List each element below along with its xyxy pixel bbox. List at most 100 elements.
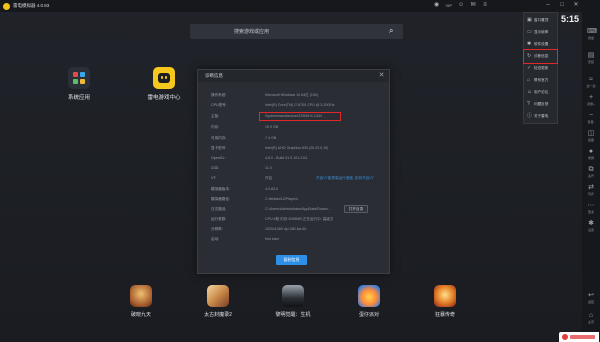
rail-label: 截图 bbox=[587, 138, 594, 142]
info-key: 模拟器路径: bbox=[211, 197, 230, 201]
info-key: 主板: bbox=[211, 114, 220, 118]
rail-shake[interactable]: ≈ 摇一摇 bbox=[584, 76, 598, 90]
game-icon bbox=[434, 285, 456, 307]
settings-icon: ✱ bbox=[588, 220, 594, 227]
minimize-icon[interactable]: – bbox=[544, 1, 552, 10]
rail-keyboard[interactable]: ⌨ 键盘 bbox=[584, 28, 598, 42]
info-value: C:\Users\Administrator\AppData\Roami... bbox=[265, 207, 331, 211]
search-input[interactable] bbox=[234, 27, 364, 36]
menu-item-label: 检查更新 bbox=[534, 66, 549, 70]
vip-badge[interactable]: VIP bbox=[446, 3, 452, 8]
info-key: 操作系统: bbox=[211, 93, 227, 97]
search-icon[interactable]: ⌕ bbox=[389, 27, 397, 35]
window-controls: – □ ✕ bbox=[544, 1, 580, 10]
info-value: 7.4 GB bbox=[265, 136, 277, 140]
game-label: 狂暴传奇 bbox=[434, 312, 455, 318]
game-tile[interactable]: 破晓九天 bbox=[116, 285, 166, 318]
maximize-icon[interactable]: □ bbox=[558, 1, 566, 10]
menu-icon[interactable]: ≡ bbox=[482, 2, 488, 8]
menu-item-label: 显示帧率 bbox=[534, 30, 549, 34]
volume-up-icon: + bbox=[588, 94, 594, 101]
system-apps-icon bbox=[68, 67, 90, 89]
game-center-icon bbox=[153, 67, 175, 89]
home-icon: ⌂ bbox=[588, 312, 594, 319]
info-row-cpu: CPU型号: Intel(R) Core(TM) i7-8700 CPU @ 3.… bbox=[198, 102, 389, 110]
desktop-app-game-center[interactable]: 雷电游戏中心 bbox=[139, 67, 189, 101]
desktop-app-system[interactable]: 系统应用 bbox=[54, 67, 104, 101]
multi-icon: ⧉ bbox=[588, 166, 594, 173]
close-icon[interactable]: ✕ bbox=[377, 71, 386, 80]
rail-settings[interactable]: ✱ 设置 bbox=[584, 220, 598, 234]
menu-item-label: 用户论坛 bbox=[534, 90, 549, 94]
rail-home[interactable]: ⌂ 主页 bbox=[584, 312, 598, 326]
info-value: 4.6.0 - Build 31.0.101.2111 bbox=[265, 156, 308, 160]
close-window-icon[interactable]: ✕ bbox=[572, 1, 580, 10]
rail-screenshot[interactable]: ◫ 截图 bbox=[584, 130, 598, 144]
refresh-icon: ↻ bbox=[527, 53, 532, 59]
gamepad-icon[interactable]: ◉ bbox=[434, 2, 440, 8]
rail-label: 录屏 bbox=[587, 156, 594, 160]
info-row-vt: VT: 开启 开启VT能提高运行速度, 如何开启VT bbox=[198, 175, 389, 183]
info-key: VT: bbox=[211, 176, 217, 180]
help-icon: ? bbox=[527, 101, 530, 107]
info-row-d3d: D3D: 11.0 bbox=[198, 165, 389, 173]
info-value: 4.0.83.0 bbox=[265, 187, 278, 191]
apk-icon: ▤ bbox=[587, 52, 595, 59]
info-value: C:/leidian/LDPlayer4 bbox=[265, 197, 298, 201]
brand-watermark bbox=[559, 332, 599, 342]
game-tile[interactable]: 狂暴传奇 bbox=[420, 285, 470, 318]
info-row-log-path: 日志路径: C:\Users\Administrator\AppData\Roam… bbox=[198, 205, 389, 214]
rail-volume-down[interactable]: − 音量- bbox=[584, 112, 598, 126]
info-value: 1920x1080 dpi 280 fps 60 bbox=[265, 227, 307, 231]
copy-info-button[interactable]: 复制信息 bbox=[276, 255, 307, 265]
desktop-app-label: 系统应用 bbox=[67, 95, 90, 101]
info-value: 15.9 GB bbox=[265, 125, 279, 129]
info-key: CPU型号: bbox=[211, 103, 227, 107]
info-value: CPU:4核 内存:4096MB 正在运行中, 高级方 bbox=[265, 217, 334, 221]
menu-item-label: 关于雷电 bbox=[534, 114, 549, 118]
vt-help-link[interactable]: 开启VT能提高运行速度, 如何开启VT bbox=[316, 176, 374, 181]
info-icon: ⓘ bbox=[527, 113, 533, 119]
right-toolbar: ⌨ 键盘 ▤ 安装 ≈ 摇一摇 + 音量+ − 音量- ◫ 截图 ● 录屏 ⧉ 多开 ⇄ 同步 ⋯… bbox=[582, 12, 600, 342]
info-key: 日志路径: bbox=[211, 207, 227, 211]
volume-down-icon: − bbox=[588, 112, 594, 119]
info-row-memory: 内存: 15.9 GB bbox=[198, 124, 389, 132]
rail-volume-up[interactable]: + 音量+ bbox=[584, 94, 598, 108]
info-key: 模拟器版本: bbox=[211, 187, 230, 191]
game-tile[interactable]: 黎明觉醒：生机 bbox=[268, 285, 318, 318]
record-icon: ● bbox=[588, 148, 594, 155]
rail-record[interactable]: ● 录屏 bbox=[584, 148, 598, 162]
rail-back[interactable]: ↩ 返回 bbox=[584, 292, 598, 306]
rail-multi[interactable]: ⧉ 多开 bbox=[584, 166, 598, 180]
emulator-window: 雷电模拟器 4.0.83 ◉ VIP ☺ ✉ ≡ – □ ✕ ▾ ▮ 5:15 … bbox=[0, 0, 600, 342]
desktop-app-label: 雷电游戏中心 bbox=[147, 95, 181, 101]
game-icon bbox=[130, 285, 152, 307]
game-label: 破晓九天 bbox=[130, 312, 151, 318]
info-value: Intel(R) UHD Graphics 630 (26.20.0.19) bbox=[265, 146, 329, 150]
rail-label: 更多 bbox=[587, 210, 594, 214]
info-value: 开启 bbox=[265, 176, 273, 180]
more-icon: ⋯ bbox=[587, 202, 595, 209]
info-row-resolution: 分辨率: 1920x1080 dpi 280 fps 60 bbox=[198, 226, 389, 234]
rail-more[interactable]: ⋯ 更多 bbox=[584, 202, 598, 216]
info-key: 内存: bbox=[211, 125, 220, 129]
search-bar[interactable]: ⌕ bbox=[190, 24, 403, 39]
rail-sync[interactable]: ⇄ 同步 bbox=[584, 184, 598, 198]
user-icon[interactable]: ☺ bbox=[458, 2, 464, 8]
rail-label: 摇一摇 bbox=[586, 84, 596, 88]
diagnostic-dialog: 诊断信息 ✕ 操作系统: Microsoft Windows 10 64位 (19… bbox=[197, 69, 390, 274]
titlebar-tools: ◉ VIP ☺ ✉ ≡ bbox=[434, 2, 488, 8]
rail-label: 音量- bbox=[587, 120, 595, 124]
info-row-run-params: 运行参数: CPU:4核 内存:4096MB 正在运行中, 高级方 bbox=[198, 216, 389, 224]
info-key: 运行参数: bbox=[211, 217, 227, 221]
check-icon: ✓ bbox=[527, 65, 532, 71]
game-tile[interactable]: 太古封魔录2 bbox=[193, 285, 243, 318]
info-key: 可用内存: bbox=[211, 136, 227, 140]
mail-icon[interactable]: ✉ bbox=[470, 2, 476, 8]
menu-item-about[interactable]: ⓘ 关于雷电 bbox=[524, 110, 557, 123]
info-row-free-memory: 可用内存: 7.4 GB bbox=[198, 135, 389, 143]
game-tile[interactable]: 蛋仔派对 bbox=[344, 285, 394, 318]
open-folder-button[interactable]: 打开目录 bbox=[344, 205, 368, 213]
rail-install[interactable]: ▤ 安装 bbox=[584, 52, 598, 66]
info-row-gpu: 显卡型号: Intel(R) UHD Graphics 630 (26.20.0.… bbox=[198, 145, 389, 153]
